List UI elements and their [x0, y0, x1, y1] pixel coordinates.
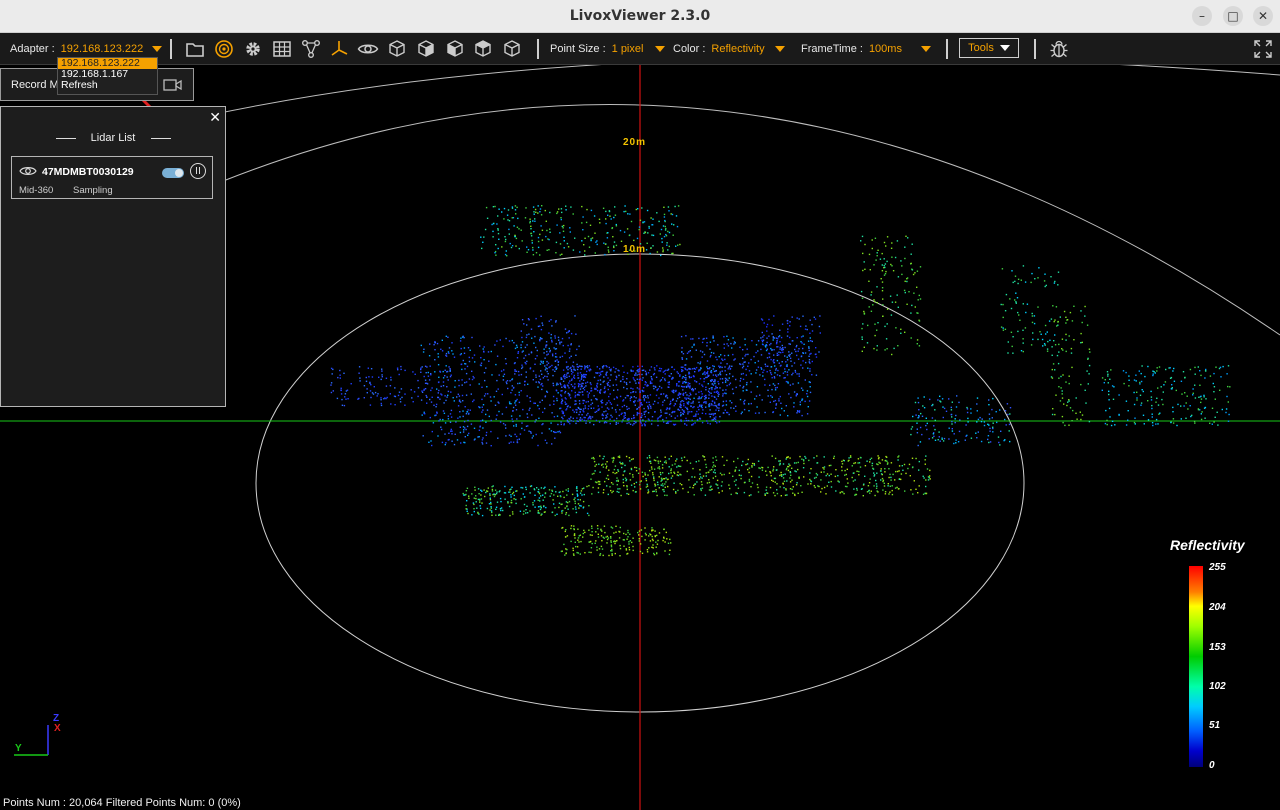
record-mode-label[interactable]: Record M — [11, 79, 59, 91]
grid-table-icon[interactable] — [271, 38, 293, 60]
close-icon[interactable]: ✕ — [1253, 6, 1273, 26]
eye-icon[interactable] — [357, 38, 379, 60]
ring-label-20m: 20m — [623, 137, 647, 148]
eye-icon[interactable] — [19, 165, 37, 177]
status-bar-text: Points Num : 20,064 Filtered Points Num:… — [3, 797, 241, 809]
toolbar-divider — [1034, 39, 1036, 59]
frametime-label: FrameTime : — [801, 43, 863, 55]
chevron-down-icon — [999, 45, 1010, 51]
tools-button[interactable]: Tools — [959, 38, 1019, 58]
axis-label-y: Y — [15, 743, 22, 754]
color-selector[interactable]: Color : Reflectivity — [673, 33, 785, 65]
ring-label-10m: 10m — [623, 244, 647, 255]
window-title: LivoxViewer 2.3.0 — [569, 8, 711, 24]
point-size-selector[interactable]: Point Size : 1 pixel — [550, 33, 666, 65]
chevron-down-icon[interactable] — [655, 46, 666, 52]
pause-icon[interactable] — [190, 163, 206, 179]
chevron-down-icon[interactable] — [774, 46, 785, 52]
cube-front-icon[interactable] — [386, 38, 408, 60]
legend-title: Reflectivity — [1170, 537, 1245, 553]
title-divider — [151, 138, 171, 139]
color-value[interactable]: Reflectivity — [711, 43, 764, 55]
fullscreen-icon[interactable] — [1252, 38, 1274, 60]
lidar-device-card[interactable]: 47MDMBT0030129 Mid-360 Sampling — [11, 156, 213, 199]
adapter-value[interactable]: 192.168.123.222 — [61, 43, 144, 55]
cube-all-icon[interactable] — [501, 38, 523, 60]
toolbar-divider — [170, 39, 172, 59]
toolbar-divider — [537, 39, 539, 59]
device-state: Sampling — [73, 185, 113, 196]
lidar-list-title: Lidar List — [90, 132, 136, 144]
point-size-value[interactable]: 1 pixel — [612, 43, 644, 55]
cube-iso-icon[interactable] — [472, 38, 494, 60]
adapter-label: Adapter : — [10, 43, 55, 55]
minimize-icon[interactable]: – — [1192, 6, 1212, 26]
point-cloud — [330, 205, 1231, 557]
adapter-dropdown: 192.168.123.222 192.168.1.167 Refresh — [57, 57, 158, 95]
device-enable-toggle[interactable] — [162, 168, 184, 178]
cube-side-icon[interactable] — [415, 38, 437, 60]
network-icon[interactable] — [300, 38, 322, 60]
bug-icon[interactable] — [1048, 38, 1070, 60]
title-bar: LivoxViewer 2.3.0 – □ ✕ — [0, 0, 1280, 33]
tools-label: Tools — [968, 42, 994, 54]
legend-tick: 153 — [1209, 642, 1226, 653]
video-camera-icon[interactable] — [163, 78, 183, 92]
legend-tick: 102 — [1209, 681, 1226, 692]
legend-tick: 204 — [1209, 602, 1226, 613]
legend-tick: 0 — [1209, 760, 1215, 771]
folder-icon[interactable] — [184, 38, 206, 60]
device-serial: 47MDMBT0030129 — [42, 166, 134, 178]
frametime-value[interactable]: 100ms — [869, 43, 902, 55]
axis-label-x: X — [54, 723, 61, 734]
radar-icon[interactable] — [213, 38, 235, 60]
legend-tick: 255 — [1209, 562, 1226, 573]
point-size-label: Point Size : — [550, 43, 606, 55]
frametime-selector[interactable]: FrameTime : 100ms — [801, 33, 931, 65]
lidar-list-panel: ✕ Lidar List 47MDMBT0030129 Mid-360 Samp… — [0, 106, 226, 407]
close-icon[interactable]: ✕ — [209, 109, 221, 126]
legend-color-bar — [1189, 566, 1203, 767]
cube-top-icon[interactable] — [444, 38, 466, 60]
axes-icon[interactable] — [329, 38, 351, 60]
refresh-option[interactable]: Refresh — [58, 80, 157, 91]
chevron-down-icon[interactable] — [152, 46, 163, 52]
maximize-icon[interactable]: □ — [1223, 6, 1243, 26]
legend-tick: 51 — [1209, 720, 1221, 731]
range-ring-30m — [209, 65, 1280, 116]
chevron-down-icon[interactable] — [920, 46, 931, 52]
main-toolbar: Adapter : 192.168.123.222 Point Size : 1… — [0, 33, 1280, 65]
toolbar-divider — [946, 39, 948, 59]
device-model: Mid-360 — [19, 185, 54, 196]
gear-icon[interactable] — [242, 38, 264, 60]
color-label: Color : — [673, 43, 706, 55]
